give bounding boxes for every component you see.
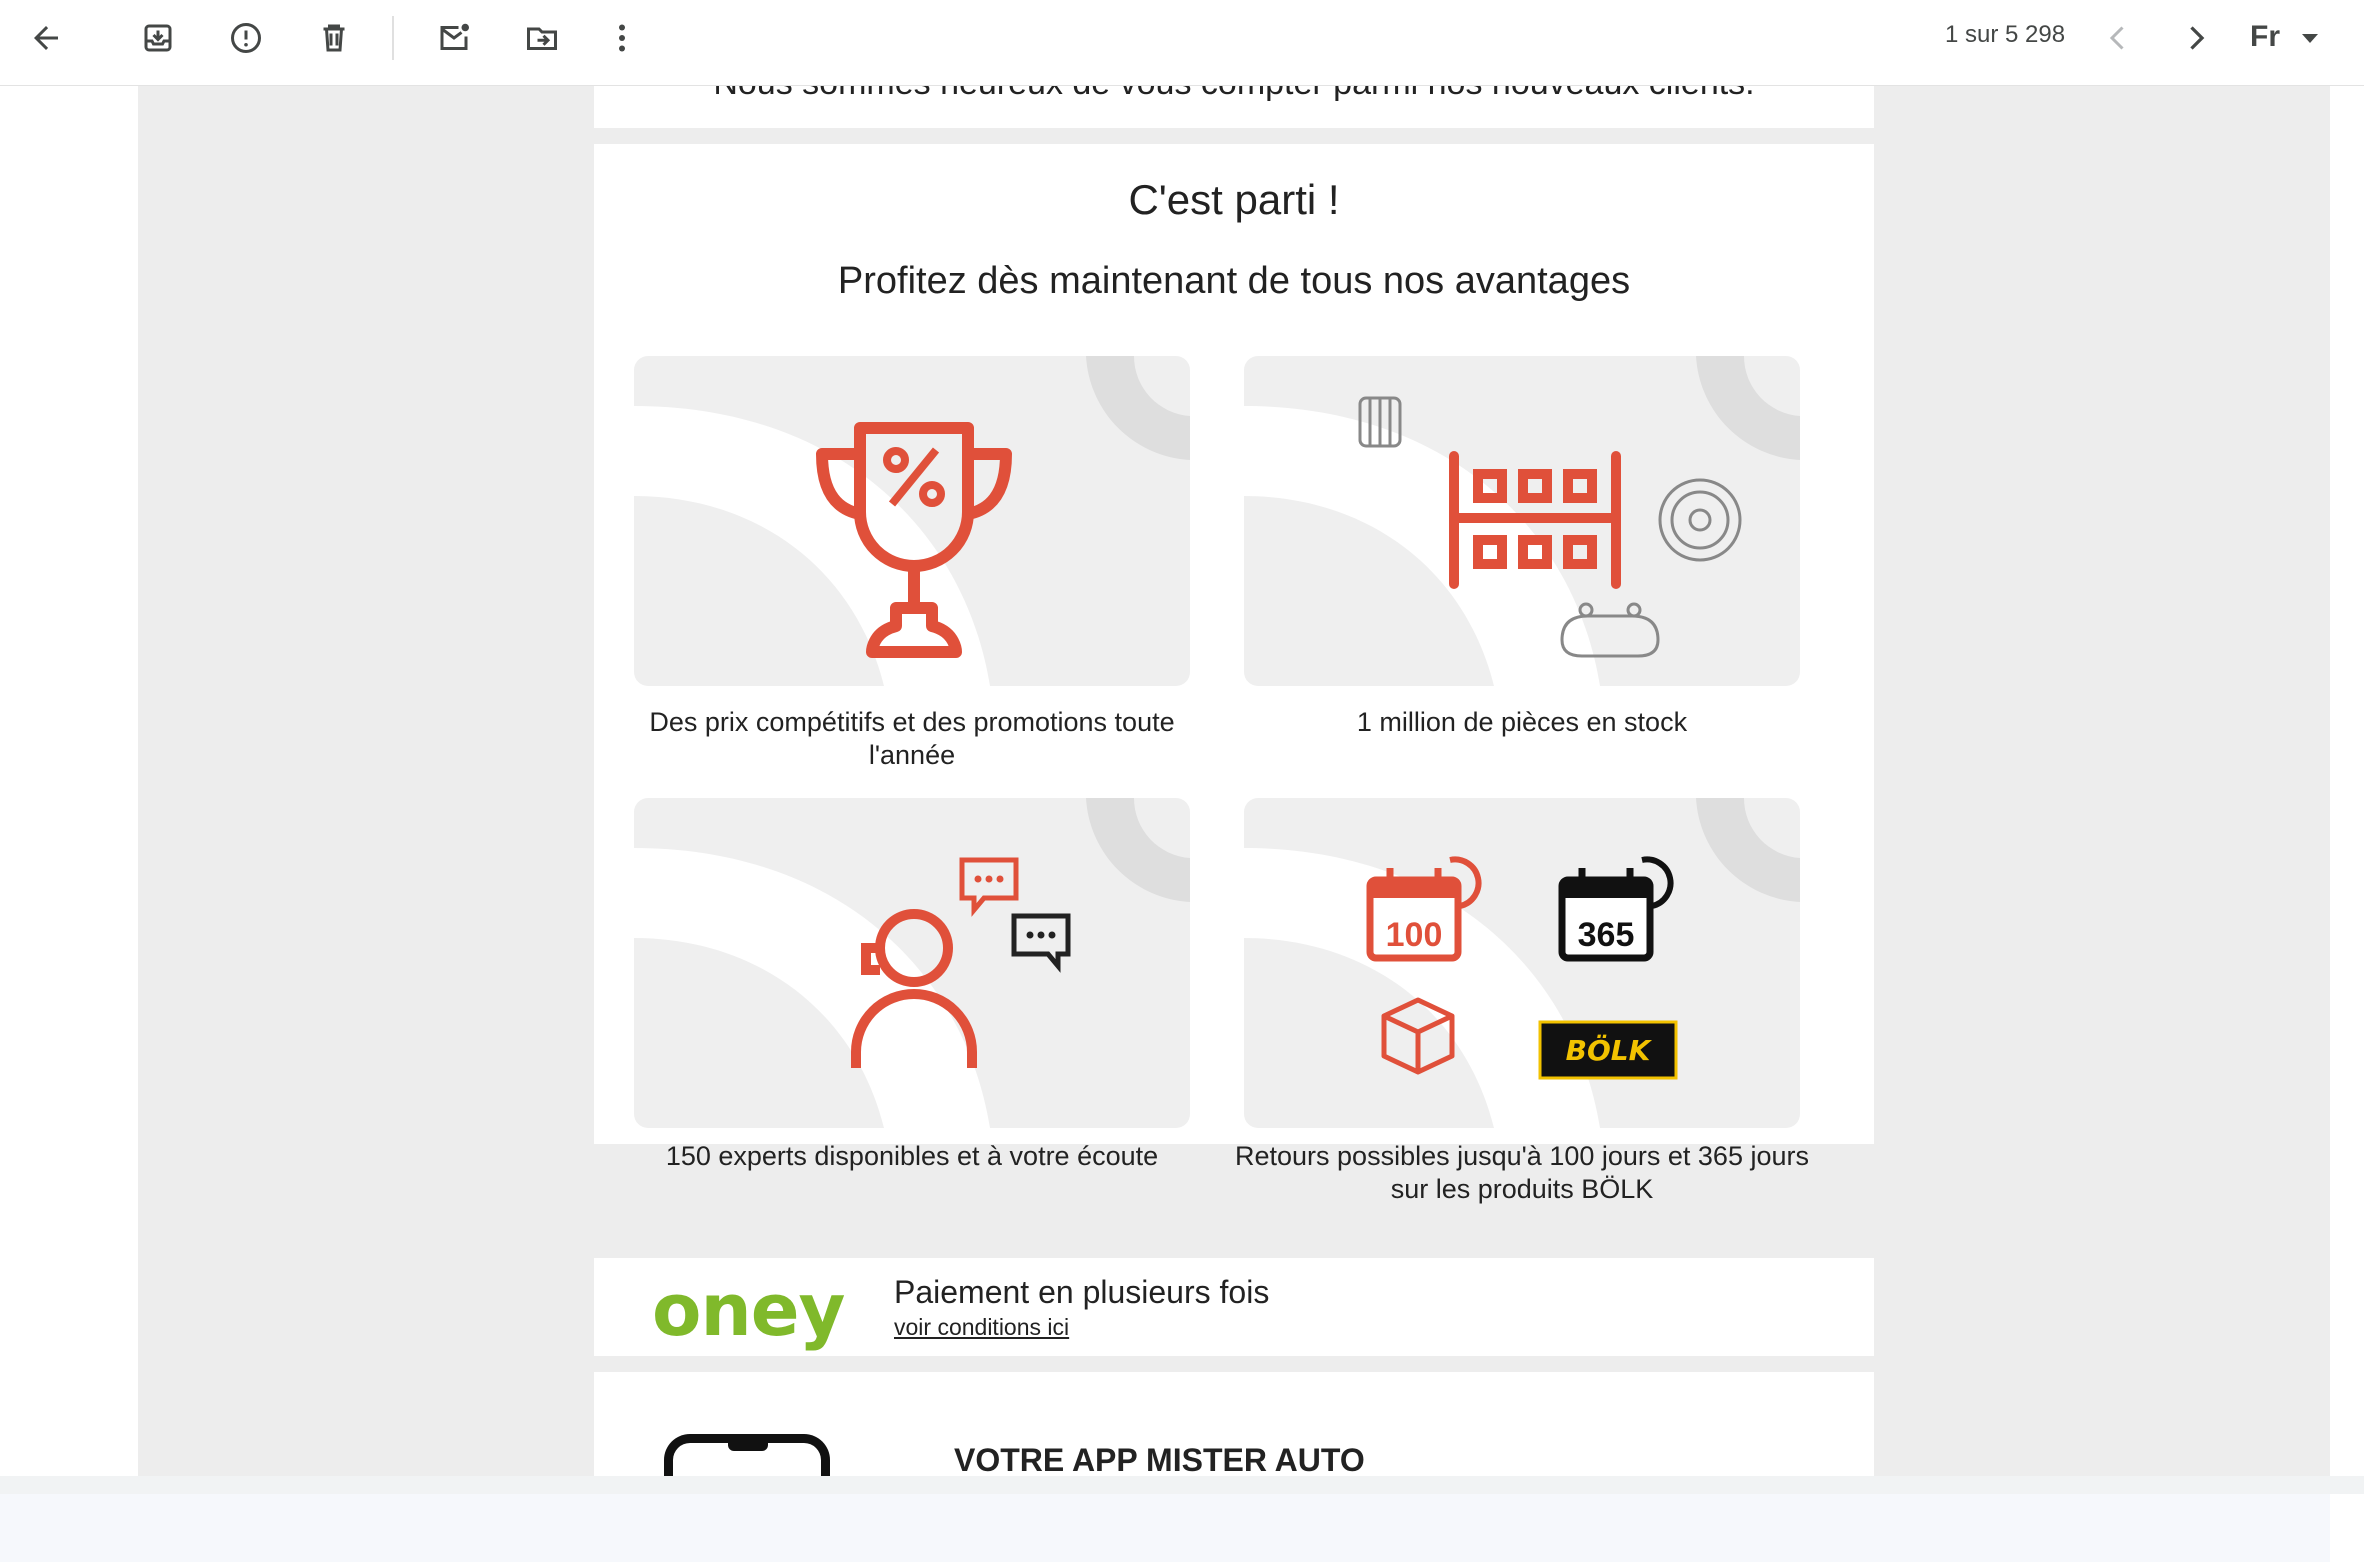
trash-icon xyxy=(323,24,345,52)
delete-button[interactable] xyxy=(304,8,364,68)
returns-calendar-icon: 100 365 BÖLK xyxy=(1366,856,1678,1080)
oney-conditions-link[interactable]: voir conditions ici xyxy=(894,1314,1069,1341)
app-panel: VOTRE APP MISTER AUTO xyxy=(594,1372,1874,1476)
back-button[interactable] xyxy=(16,8,76,68)
move-to-icon xyxy=(527,27,557,50)
bottom-strip xyxy=(0,1476,2364,1494)
report-spam-button[interactable] xyxy=(216,8,276,68)
advantage-card-prices xyxy=(634,356,1190,686)
toolbar-divider xyxy=(392,16,394,60)
advantage-card-stock xyxy=(1244,356,1800,686)
message-toolbar: 1 sur 5 298 Fr xyxy=(0,0,2364,86)
app-title: VOTRE APP MISTER AUTO xyxy=(954,1442,1365,1476)
calendar-365-label: 365 xyxy=(1578,916,1635,954)
input-tools-language[interactable]: Fr xyxy=(2250,20,2280,54)
move-to-button[interactable] xyxy=(512,8,572,68)
section-subtitle: Profitez dès maintenant de tous nos avan… xyxy=(837,260,1631,302)
message-content: Nous sommes heureux de vous compter parm… xyxy=(0,86,2364,1562)
older-button[interactable] xyxy=(2166,8,2226,68)
pagination-count: 1 sur 5 298 xyxy=(1945,21,2066,48)
mark-unread-button[interactable] xyxy=(424,8,484,68)
more-vertical-icon xyxy=(619,24,625,52)
phone-image xyxy=(664,1434,830,1476)
welcome-text: Nous sommes heureux de vous compter parm… xyxy=(594,86,1874,103)
caret-down-icon[interactable] xyxy=(2302,34,2318,43)
mark-unread-icon xyxy=(440,23,469,50)
newer-button[interactable] xyxy=(2088,8,2148,68)
archive-icon xyxy=(144,24,172,52)
bolk-brand-label: BÖLK xyxy=(1566,1033,1653,1067)
chevron-right-icon xyxy=(2190,26,2205,50)
trophy-percent-icon xyxy=(816,422,1012,658)
scrollbar-track[interactable] xyxy=(2330,172,2364,1562)
oney-panel: oney Paiement en plusieurs fois voir con… xyxy=(594,1258,1874,1356)
advantages-panel: C'est parti ! Profitez dès maintenant de… xyxy=(594,144,1874,1144)
advantage-card-returns: 100 365 BÖLK xyxy=(1244,798,1800,1128)
expert-chat-icon xyxy=(851,857,1071,1068)
oney-logo[interactable]: oney xyxy=(652,1268,845,1352)
archive-button[interactable] xyxy=(128,8,188,68)
section-title: C'est parti ! xyxy=(1128,176,1340,223)
email-background: Nous sommes heureux de vous compter parm… xyxy=(138,86,2330,1476)
advantage-caption: Retours possibles jusqu'à 100 jours et 3… xyxy=(1235,1141,1809,1204)
more-options-button[interactable] xyxy=(592,8,652,68)
parts-shelf-icon xyxy=(1358,396,1742,658)
advantage-caption: 1 million de pièces en stock xyxy=(1356,707,1688,737)
report-spam-icon xyxy=(231,23,261,53)
advantage-card-experts xyxy=(634,798,1190,1128)
back-arrow-icon xyxy=(34,26,58,50)
chevron-left-icon xyxy=(2109,26,2124,50)
advantage-caption: Des prix compétitifs et des promotions t… xyxy=(649,707,1175,770)
calendar-100-label: 100 xyxy=(1386,916,1443,954)
welcome-panel: Nous sommes heureux de vous compter parm… xyxy=(594,86,1874,128)
advantage-caption: 150 experts disponibles et à votre écout… xyxy=(665,1141,1159,1171)
oney-title: Paiement en plusieurs fois xyxy=(894,1274,1270,1310)
